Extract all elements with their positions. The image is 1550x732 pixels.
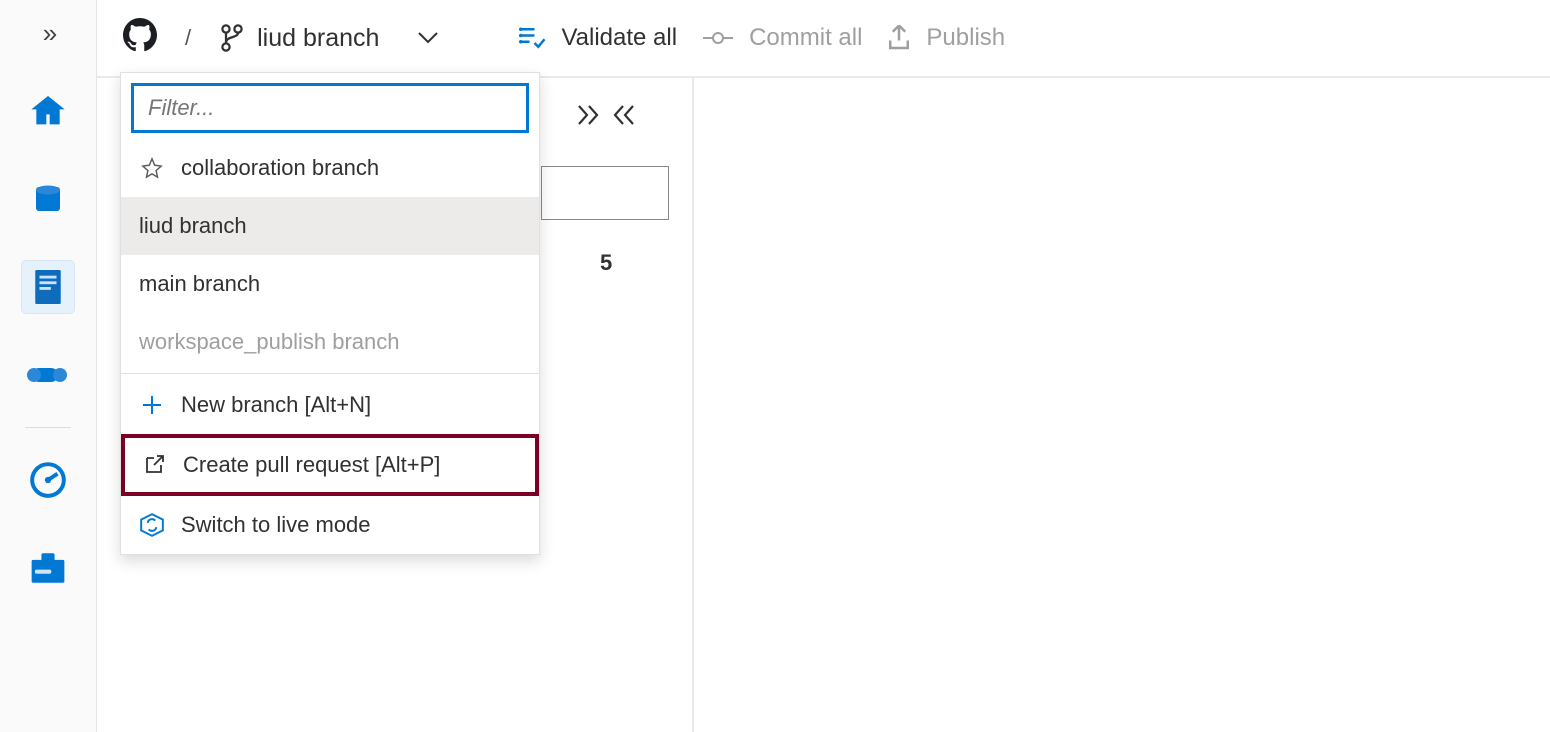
expand-nav-icon[interactable]: » — [43, 18, 53, 49]
star-icon — [139, 157, 165, 179]
publish-button[interactable]: Publish — [886, 23, 1005, 53]
dropdown-item-label: New branch [Alt+N] — [181, 392, 371, 418]
dropdown-item-workspace-publish: workspace_publish branch — [121, 313, 539, 371]
dropdown-item-new-branch[interactable]: New branch [Alt+N] — [121, 376, 539, 434]
dropdown-item-label: workspace_publish branch — [139, 329, 400, 355]
publish-label: Publish — [926, 24, 1005, 52]
dropdown-item-label: main branch — [139, 271, 260, 297]
text-field[interactable] — [541, 166, 669, 220]
nav-data[interactable] — [22, 173, 74, 225]
open-external-icon — [141, 453, 167, 477]
dropdown-item-label: Switch to live mode — [181, 512, 371, 538]
nav-manage[interactable] — [22, 542, 74, 594]
dropdown-separator — [121, 373, 539, 374]
github-icon[interactable] — [123, 18, 157, 59]
branch-filter-input[interactable] — [131, 83, 529, 133]
count-badge: 5 — [600, 250, 612, 276]
branch-dropdown: collaboration branch liud branch main br… — [120, 72, 540, 555]
chevron-down-icon — [417, 25, 439, 51]
branch-selector[interactable]: liud branch — [219, 23, 439, 53]
nav-home[interactable] — [22, 85, 74, 137]
validate-icon — [517, 25, 547, 51]
plus-icon — [139, 393, 165, 417]
nav-rail: » — [0, 0, 97, 732]
dropdown-item-main[interactable]: main branch — [121, 255, 539, 313]
collapse-icons[interactable] — [575, 104, 635, 132]
branch-name-label: liud branch — [257, 24, 379, 53]
branch-icon — [219, 23, 245, 53]
dropdown-item-switch-live[interactable]: Switch to live mode — [121, 496, 539, 554]
dropdown-item-collaboration[interactable]: collaboration branch — [121, 139, 539, 197]
nav-integrate[interactable] — [22, 349, 74, 401]
dropdown-item-label: liud branch — [139, 213, 247, 239]
nav-develop[interactable] — [22, 261, 74, 313]
top-toolbar: / liud branch Validate all Commit all Pu… — [97, 0, 1550, 78]
breadcrumb-separator: / — [185, 25, 191, 51]
commit-icon — [701, 28, 735, 48]
commit-all-button[interactable]: Commit all — [701, 24, 862, 52]
sync-icon — [139, 512, 165, 538]
vertical-separator — [692, 78, 694, 732]
validate-all-label: Validate all — [561, 24, 677, 52]
nav-monitor[interactable] — [22, 454, 74, 506]
dropdown-item-label: Create pull request [Alt+P] — [183, 452, 440, 478]
validate-all-button[interactable]: Validate all — [517, 24, 677, 52]
dropdown-item-label: collaboration branch — [181, 155, 379, 181]
commit-all-label: Commit all — [749, 24, 862, 52]
publish-icon — [886, 23, 912, 53]
dropdown-item-current[interactable]: liud branch — [121, 197, 539, 255]
nav-divider — [25, 427, 71, 428]
dropdown-item-create-pr[interactable]: Create pull request [Alt+P] — [123, 436, 537, 494]
